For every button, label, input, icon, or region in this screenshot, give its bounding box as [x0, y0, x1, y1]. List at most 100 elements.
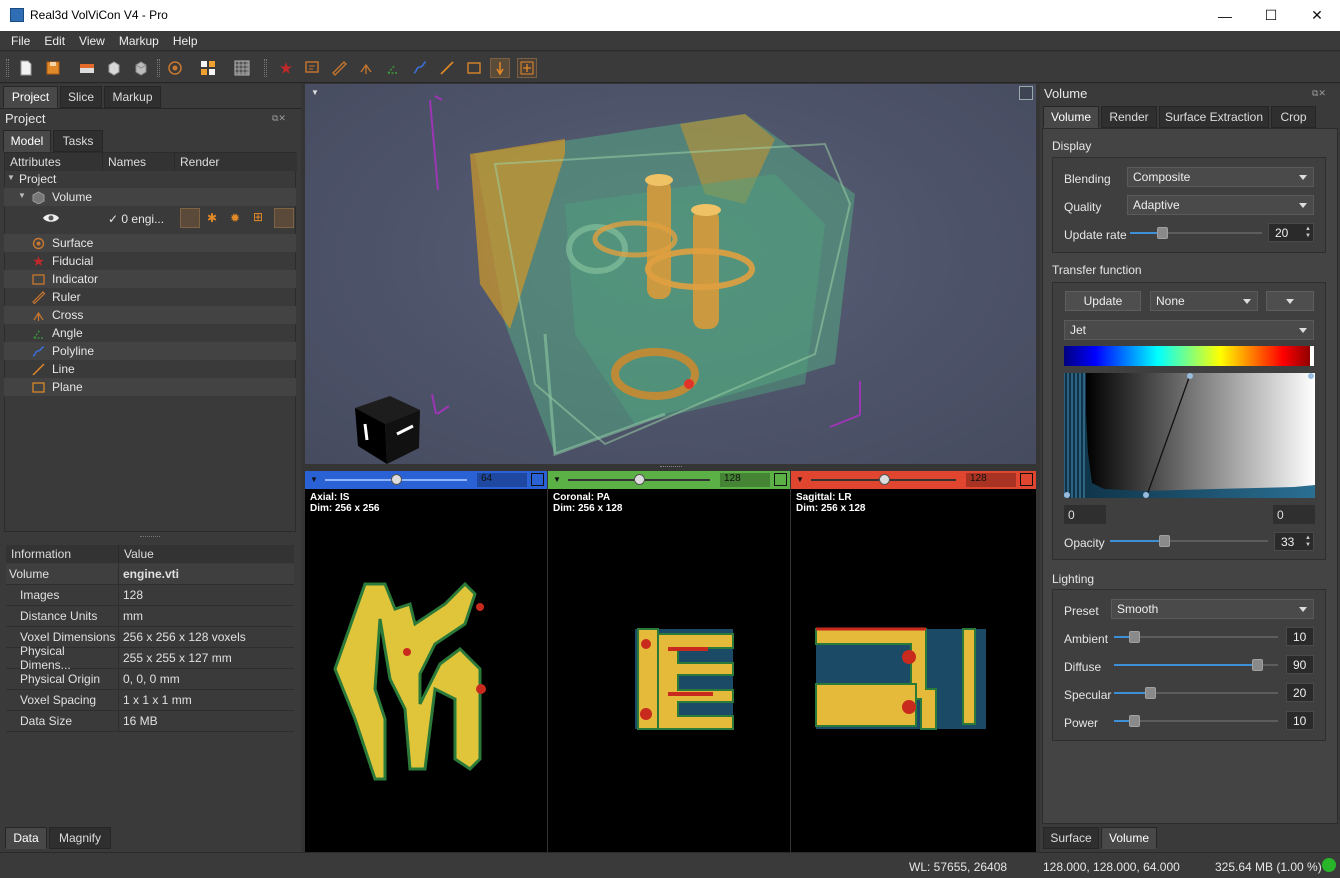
slice-handle[interactable] — [391, 474, 402, 485]
colormap-bar[interactable] — [1064, 346, 1314, 366]
opacity-slider[interactable] — [1110, 534, 1268, 548]
expand-arrow-icon[interactable]: ▼ — [7, 173, 15, 182]
tree-item-angle[interactable]: Angle — [4, 324, 296, 342]
col-information[interactable]: Information — [6, 545, 119, 563]
minimize-button[interactable]: — — [1202, 0, 1248, 31]
open-volume-icon[interactable] — [77, 58, 97, 78]
menu-edit[interactable]: Edit — [37, 34, 72, 48]
tree-item-fiducial[interactable]: Fiducial — [4, 252, 296, 270]
colormap-combo[interactable]: Jet — [1064, 320, 1314, 340]
fiducial-render-icon[interactable]: ✱ — [207, 211, 217, 225]
diffuse-value[interactable]: 90 — [1286, 655, 1314, 674]
ruler-tool-icon[interactable] — [329, 58, 349, 78]
slice-menu-arrow-icon[interactable]: ▼ — [310, 475, 318, 484]
axial-slice-view[interactable]: Axial: IS Dim: 256 x 256 — [305, 489, 547, 852]
menu-view[interactable]: View — [72, 34, 112, 48]
marker-render-icon[interactable] — [274, 208, 294, 228]
pick-tool-icon[interactable] — [490, 58, 510, 78]
update-button[interactable]: Update — [1065, 291, 1141, 311]
fiducial-tool-icon[interactable] — [276, 58, 296, 78]
coronal-slice-view[interactable]: Coronal: PA Dim: 256 x 128 — [548, 489, 790, 852]
tree-item-engine[interactable]: ✓ 0 engi... ✱ ✹ ⊞ — [4, 206, 296, 232]
crop-render-icon[interactable]: ⊞ — [253, 210, 263, 224]
sagittal-slider-bar[interactable]: ▼ 128 — [791, 471, 1036, 489]
tab-model[interactable]: Model — [3, 130, 51, 152]
tab-magnify[interactable]: Magnify — [49, 827, 111, 849]
volume-3d-view[interactable]: ▼ — [305, 84, 1036, 464]
blending-combo[interactable]: Composite — [1127, 167, 1314, 187]
ambient-value[interactable]: 10 — [1286, 627, 1314, 646]
tab-project[interactable]: Project — [3, 86, 58, 108]
tab-markup[interactable]: Markup — [104, 86, 161, 108]
tab-render[interactable]: Render — [1101, 106, 1157, 128]
slider-handle[interactable] — [1156, 227, 1168, 239]
surface-render-icon[interactable] — [180, 208, 200, 228]
dock-float-close-icon[interactable]: ⧉✕ — [272, 113, 286, 124]
expand-arrow-icon[interactable]: ▼ — [18, 191, 26, 200]
volume-box-icon[interactable] — [104, 58, 124, 78]
slider-handle[interactable] — [1251, 659, 1263, 671]
menu-markup[interactable]: Markup — [112, 34, 166, 48]
new-file-icon[interactable] — [16, 58, 36, 78]
quality-combo[interactable]: Adaptive — [1127, 195, 1314, 215]
power-slider[interactable] — [1114, 714, 1278, 728]
tree-item-polyline[interactable]: Polyline — [4, 342, 296, 360]
maximize-button[interactable]: ☐ — [1248, 0, 1294, 31]
tab-slice[interactable]: Slice — [60, 86, 102, 108]
tf-max-field[interactable]: 0 — [1273, 505, 1315, 524]
col-attributes[interactable]: Attributes — [5, 153, 103, 171]
ambient-slider[interactable] — [1114, 630, 1278, 644]
update-rate-spinbox[interactable]: 20 ▲ ▼ — [1268, 223, 1314, 242]
indicator-render-icon[interactable]: ✹ — [230, 211, 240, 225]
maximize-slice-icon[interactable] — [774, 473, 787, 486]
tab-surface-dock[interactable]: Surface — [1043, 827, 1099, 849]
slice-index-field[interactable]: 128 — [720, 473, 770, 487]
tf-min-field[interactable]: 0 — [1064, 505, 1106, 524]
dock-float-close-icon[interactable]: ⧉✕ — [1312, 88, 1326, 99]
power-value[interactable]: 10 — [1286, 711, 1314, 730]
angle-tool-icon[interactable] — [383, 58, 403, 78]
slice-index-field[interactable]: 128 — [966, 473, 1016, 487]
sagittal-slice-view[interactable]: Sagittal: LR Dim: 256 x 128 — [791, 489, 1036, 852]
col-render[interactable]: Render — [175, 153, 297, 171]
polyline-tool-icon[interactable] — [410, 58, 430, 78]
menu-file[interactable]: File — [4, 34, 37, 48]
slider-handle[interactable] — [1129, 715, 1141, 727]
plane-tool-icon[interactable] — [464, 58, 484, 78]
diffuse-slider[interactable] — [1114, 658, 1278, 672]
slice-handle[interactable] — [878, 474, 890, 485]
volume-stack-icon[interactable] — [131, 58, 151, 78]
spin-arrows-icon[interactable]: ▲ ▼ — [1305, 535, 1311, 549]
toolbar-grip[interactable] — [264, 59, 267, 77]
indicator-tool-icon[interactable] — [302, 58, 322, 78]
tab-tasks[interactable]: Tasks — [53, 130, 103, 152]
close-button[interactable]: ✕ — [1294, 0, 1340, 31]
eye-visible-icon[interactable] — [42, 212, 60, 224]
grid-layout-icon[interactable] — [232, 58, 252, 78]
tree-item-ruler[interactable]: Ruler — [4, 288, 296, 306]
col-value[interactable]: Value — [119, 545, 294, 563]
tree-item-surface[interactable]: Surface — [4, 234, 296, 252]
add-markup-icon[interactable] — [517, 58, 537, 78]
splitter-handle[interactable] — [140, 536, 160, 539]
splitter-handle[interactable] — [660, 466, 682, 469]
surface-tool-icon[interactable] — [165, 58, 185, 78]
tf-preset-combo[interactable]: None — [1150, 291, 1258, 311]
toolbar-grip[interactable] — [6, 59, 9, 77]
tf-options-button[interactable] — [1266, 291, 1314, 311]
slice-menu-arrow-icon[interactable]: ▼ — [796, 475, 804, 484]
slice-handle[interactable] — [634, 474, 645, 485]
update-rate-slider[interactable] — [1130, 226, 1262, 240]
slider-handle[interactable] — [1158, 535, 1170, 547]
slice-index-field[interactable]: 64 — [477, 473, 527, 487]
specular-slider[interactable] — [1114, 686, 1278, 700]
slider-handle[interactable] — [1144, 687, 1156, 699]
tab-crop[interactable]: Crop — [1271, 106, 1316, 128]
colormap-handle[interactable] — [1310, 346, 1314, 366]
axial-slider-bar[interactable]: ▼ 64 — [305, 471, 547, 489]
cross-tool-icon[interactable] — [356, 58, 376, 78]
spin-arrows-icon[interactable]: ▲ ▼ — [1305, 226, 1311, 240]
tf-histogram-editor[interactable] — [1064, 373, 1315, 498]
line-tool-icon[interactable] — [437, 58, 457, 78]
tree-item-volume[interactable]: ▼ Volume — [4, 188, 296, 206]
